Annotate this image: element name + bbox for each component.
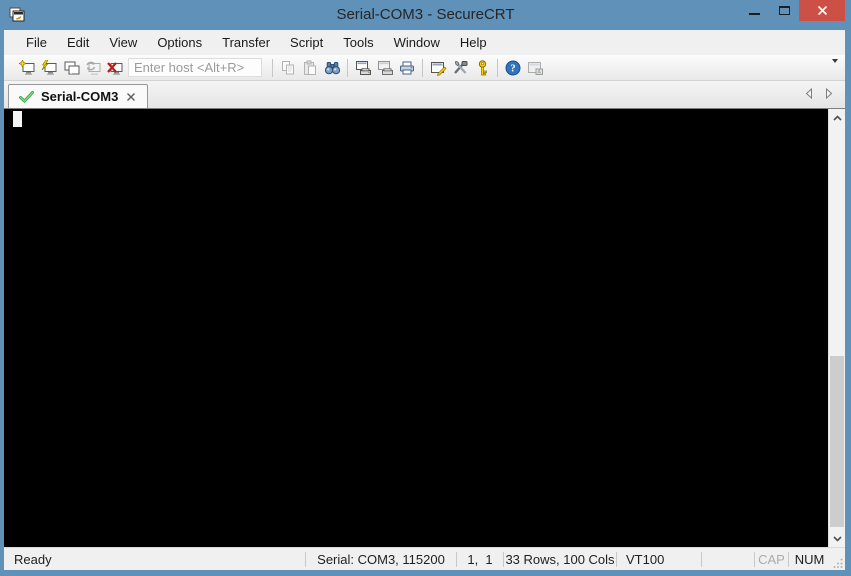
status-cursor-position: 1, 1 [467, 551, 493, 567]
paste-button[interactable] [299, 57, 321, 79]
terminal-area [4, 109, 845, 547]
tab-scroll-right-icon [826, 88, 833, 99]
scrollbar-track[interactable] [829, 126, 845, 530]
securecrt-window: Serial-COM3 - SecureCRT File Edit View O… [0, 0, 851, 576]
terminal-screen[interactable] [4, 109, 828, 547]
copy-button[interactable] [277, 57, 299, 79]
global-options-button[interactable] [449, 57, 471, 79]
tab-close-icon [127, 92, 136, 101]
disconnect-icon [106, 61, 122, 75]
toolbar-overflow-button[interactable] [829, 59, 840, 78]
minimize-button[interactable] [739, 0, 769, 21]
menu-options[interactable]: Options [147, 31, 212, 54]
terminal-cursor [13, 111, 22, 127]
tab-serial-com3[interactable]: Serial-COM3 [8, 84, 149, 108]
close-button[interactable] [799, 0, 845, 21]
chevron-down-icon [832, 535, 842, 542]
vertical-scrollbar[interactable] [828, 109, 845, 547]
menu-script[interactable]: Script [280, 31, 333, 54]
connect-icon [18, 59, 34, 75]
tab-scroll-controls [805, 88, 833, 99]
window-title: Serial-COM3 - SecureCRT [336, 6, 515, 23]
tab-scroll-left-button[interactable] [805, 88, 813, 99]
scrollbar-thumb[interactable] [830, 356, 844, 528]
global-options-icon [453, 60, 467, 74]
chevron-up-icon [832, 114, 842, 121]
window-body: File Edit View Options Transfer Script T… [4, 30, 845, 570]
keymap-button[interactable] [471, 57, 493, 79]
status-connection: Serial: COM3, 115200 [317, 551, 445, 567]
menu-window[interactable]: Window [384, 31, 450, 54]
menu-tools[interactable]: Tools [333, 31, 383, 54]
tab-scroll-left-icon [805, 88, 812, 99]
toolbar-separator [347, 58, 348, 77]
connect-in-tab-button[interactable] [60, 57, 82, 79]
status-caps-indicator: CAP [758, 551, 785, 567]
svg-text:?: ? [510, 63, 515, 74]
connected-check-icon [19, 90, 34, 103]
status-emulation: VT100 [626, 551, 665, 567]
disconnect-button[interactable] [104, 57, 126, 79]
toolbar-separator [272, 58, 273, 77]
paste-icon [304, 60, 316, 75]
scroll-down-button[interactable] [829, 530, 845, 547]
tab-label: Serial-COM3 [41, 89, 119, 104]
scroll-up-button[interactable] [829, 109, 845, 126]
menu-view[interactable]: View [99, 31, 147, 54]
securefx-icon: A [527, 61, 543, 75]
menu-file[interactable]: File [16, 31, 57, 54]
close-icon [817, 5, 827, 16]
statusbar: Ready Serial: COM3, 115200 1, 1 33 Rows,… [4, 547, 845, 570]
quick-connect-icon [41, 59, 56, 75]
print-setup-button[interactable] [396, 57, 418, 79]
toolbar-separator [497, 58, 498, 77]
status-num-indicator: NUM [794, 551, 825, 567]
find-icon [324, 61, 340, 74]
securefx-button[interactable]: A [524, 57, 546, 79]
status-ready: Ready [14, 551, 52, 567]
resize-grip-icon [833, 558, 843, 568]
keymap-icon [478, 59, 487, 75]
menu-help[interactable]: Help [450, 31, 497, 54]
toolbar: ? A [4, 55, 845, 81]
tabbar: Serial-COM3 [4, 81, 845, 109]
print-screen-icon [355, 60, 371, 75]
maximize-icon [778, 6, 790, 15]
securecrt-app-icon [9, 7, 25, 22]
print-setup-icon [400, 61, 414, 74]
auto-print-button[interactable] [374, 57, 396, 79]
window-controls [739, 0, 845, 21]
copy-icon [282, 60, 294, 74]
reconnect-icon [85, 61, 100, 75]
find-button[interactable] [321, 57, 343, 79]
menu-transfer[interactable]: Transfer [212, 31, 280, 54]
help-button[interactable]: ? [502, 57, 524, 79]
resize-grip[interactable] [830, 548, 845, 570]
menu-edit[interactable]: Edit [57, 31, 99, 54]
session-options-icon [430, 61, 446, 76]
minimize-icon [748, 12, 760, 15]
status-screen-size: 33 Rows, 100 Cols [505, 551, 615, 567]
quick-connect-button[interactable] [38, 57, 60, 79]
connect-in-tab-icon [64, 61, 79, 74]
menubar: File Edit View Options Transfer Script T… [4, 30, 845, 55]
toolbar-separator [422, 58, 423, 77]
titlebar: Serial-COM3 - SecureCRT [0, 0, 851, 30]
host-input[interactable] [128, 58, 262, 77]
print-screen-button[interactable] [352, 57, 374, 79]
connect-button[interactable] [16, 57, 38, 79]
reconnect-button[interactable] [82, 57, 104, 79]
session-options-button[interactable] [427, 57, 449, 79]
help-icon: ? [505, 60, 521, 75]
tab-scroll-right-button[interactable] [825, 88, 833, 99]
tab-close-button[interactable] [125, 92, 137, 102]
auto-print-icon [377, 60, 393, 75]
maximize-button[interactable] [769, 0, 799, 21]
